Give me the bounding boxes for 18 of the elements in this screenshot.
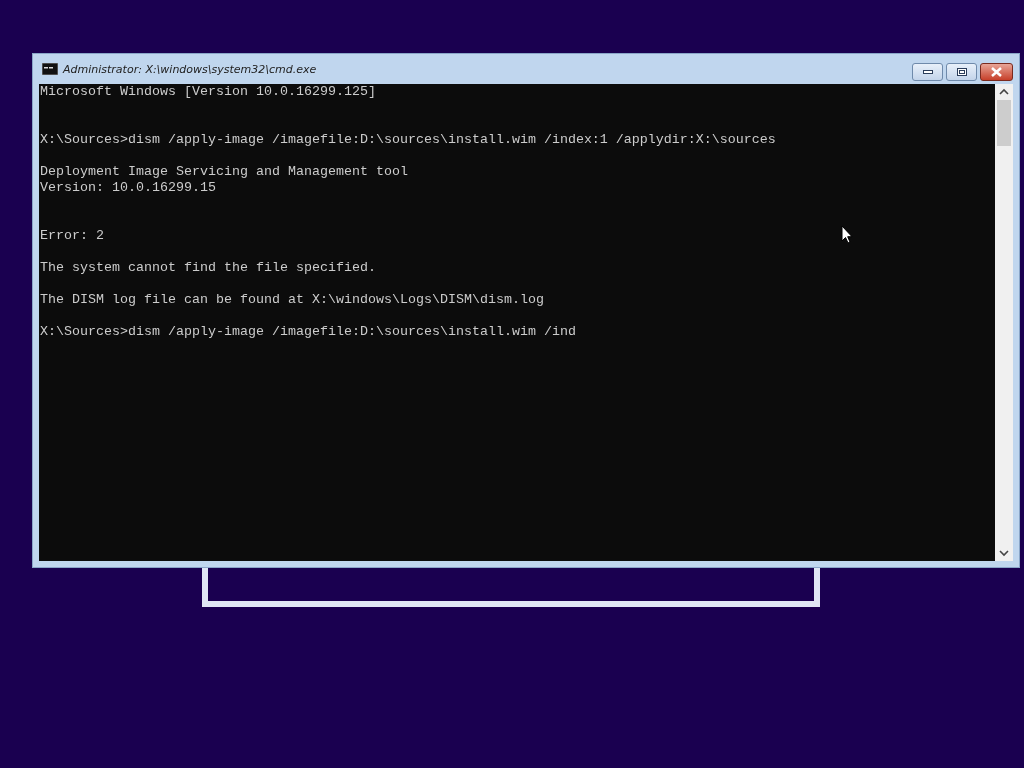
mouse-pointer-icon bbox=[841, 225, 853, 244]
console-line: X:\Sources>dism /apply-image /imagefile:D:\sources\install.wim /ind bbox=[40, 324, 576, 340]
window-title: Administrator: X:\windows\system32\cmd.exe bbox=[63, 62, 317, 76]
maximize-button[interactable] bbox=[946, 63, 977, 81]
console-line: X:\Sources>dism /apply-image /imagefile:D:\sources\install.wim /index:1 /applydir:X:\sources bbox=[40, 132, 776, 148]
console-line: The system cannot find the file specified. bbox=[40, 260, 376, 276]
close-button[interactable] bbox=[980, 63, 1013, 81]
console-line: Version: 10.0.16299.15 bbox=[40, 180, 216, 196]
console-icon bbox=[42, 63, 58, 75]
close-icon bbox=[991, 67, 1002, 77]
console-line: Deployment Image Servicing and Management tool bbox=[40, 164, 408, 180]
scrollbar-thumb[interactable] bbox=[997, 100, 1011, 146]
console-line: Error: 2 bbox=[40, 228, 104, 244]
console-line: The DISM log file can be found at X:\windows\Logs\DISM\dism.log bbox=[40, 292, 544, 308]
console-line: Microsoft Windows [Version 10.0.16299.125] bbox=[40, 84, 376, 100]
minimize-button[interactable] bbox=[912, 63, 943, 81]
maximize-icon bbox=[956, 68, 967, 76]
minimize-icon bbox=[922, 70, 933, 74]
